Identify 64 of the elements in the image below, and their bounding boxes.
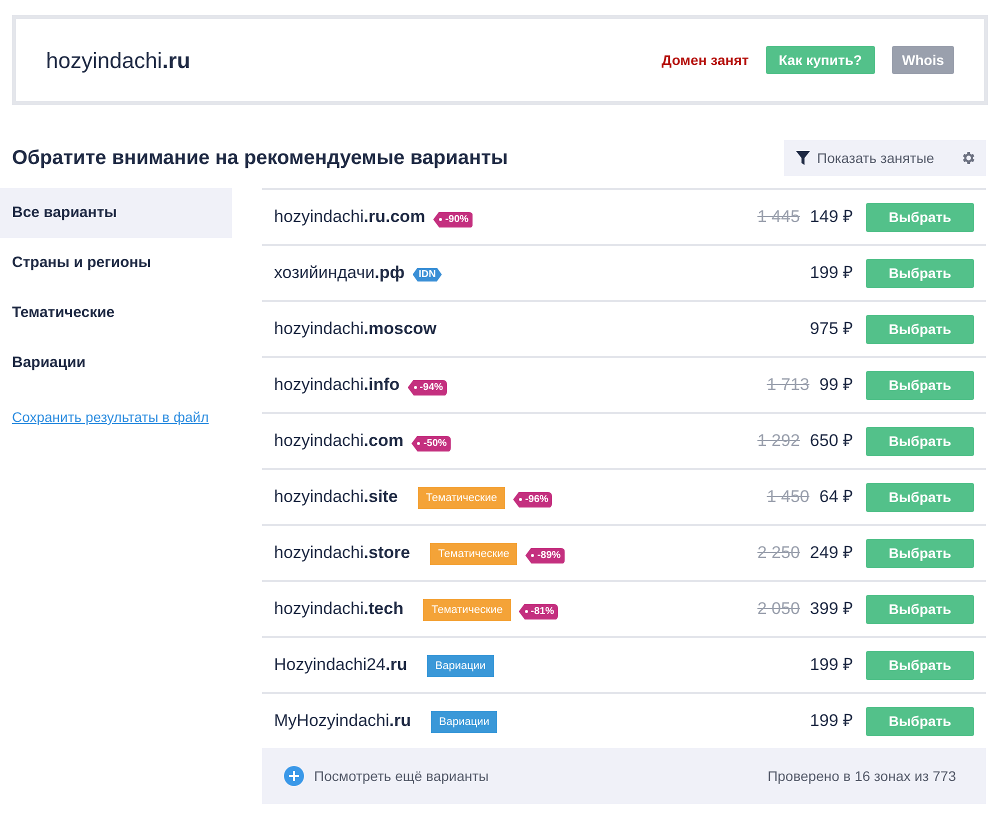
domain-name: hozyindachi.info — [274, 374, 400, 396]
select-button[interactable]: Выбрать — [866, 370, 974, 400]
price: 975 ₽ — [810, 318, 853, 340]
discount-tag: -96% — [513, 492, 552, 508]
domain-name: hozyindachi.moscow — [274, 318, 437, 340]
select-button[interactable]: Выбрать — [866, 538, 974, 568]
select-button[interactable]: Выбрать — [866, 314, 974, 344]
price: 650 ₽ — [810, 430, 853, 452]
idn-tag: IDN — [412, 268, 442, 282]
plus-icon — [284, 766, 304, 786]
price: 199 ₽ — [810, 262, 853, 284]
discount-tag: -94% — [408, 380, 448, 396]
price: 399 ₽ — [810, 598, 853, 620]
save-results-link[interactable]: Сохранить результаты в файл — [12, 407, 232, 428]
old-price: 1 713 — [766, 374, 810, 396]
sidebar-item[interactable]: Все варианты — [0, 188, 232, 238]
price: 249 ₽ — [810, 542, 853, 564]
discount-tag: -90% — [433, 212, 473, 228]
select-button[interactable]: Выбрать — [866, 482, 974, 512]
select-button[interactable]: Выбрать — [866, 650, 974, 680]
domain-name: hozyindachi.site — [274, 486, 398, 508]
section-heading: Обратите внимание на рекомендуемые варианты — [12, 146, 508, 171]
select-button[interactable]: Выбрать — [866, 258, 974, 288]
price: 199 ₽ — [810, 710, 853, 732]
price: 64 ₽ — [819, 486, 853, 508]
domain-name: hozyindachi.store — [274, 542, 410, 564]
sidebar-item[interactable]: Тематические — [0, 288, 232, 338]
domain-name: хозийиндачи.рф — [274, 262, 405, 284]
whois-button[interactable]: Whois — [892, 46, 954, 74]
show-taken-button[interactable]: Показать занятые — [796, 148, 934, 168]
old-price: 1 445 — [757, 206, 800, 228]
settings-icon[interactable] — [960, 150, 976, 166]
sidebar-item[interactable]: Страны и регионы — [0, 238, 232, 288]
status-text: Домен занят — [662, 50, 749, 70]
select-button[interactable]: Выбрать — [866, 594, 974, 624]
category-tag: Вариации — [427, 655, 494, 678]
domain-name: hozyindachi.tech — [274, 598, 404, 620]
price: 199 ₽ — [810, 654, 853, 676]
discount-tag: -50% — [411, 436, 451, 452]
select-button[interactable]: Выбрать — [866, 202, 974, 232]
domain-name: Hozyindachi24.ru — [274, 654, 408, 676]
category-tag: Вариации — [431, 711, 498, 734]
discount-tag: -89% — [525, 548, 565, 564]
checked-zones-text: Проверено в 16 зонах из 773 — [768, 766, 956, 786]
domain-name: hozyindachi.ru.com — [274, 206, 426, 228]
category-tag: Тематические — [418, 487, 506, 510]
filter-icon — [796, 151, 810, 165]
category-tag: Тематические — [430, 543, 518, 566]
domain-title: hozyindachi.ru — [46, 46, 190, 75]
discount-tag: -81% — [518, 604, 558, 620]
domain-name: hozyindachi.com — [274, 430, 404, 452]
old-price: 1 450 — [766, 486, 810, 508]
price: 149 ₽ — [810, 206, 853, 228]
select-button[interactable]: Выбрать — [866, 426, 974, 456]
select-button[interactable]: Выбрать — [866, 706, 974, 736]
sidebar-item[interactable]: Вариации — [0, 338, 232, 388]
more-variants-link[interactable]: Посмотреть ещё варианты — [314, 766, 489, 786]
old-price: 2 250 — [757, 542, 800, 564]
category-tag: Тематические — [423, 599, 511, 622]
price: 99 ₽ — [819, 374, 853, 396]
old-price: 2 050 — [757, 598, 800, 620]
old-price: 1 292 — [757, 430, 800, 452]
domain-name: MyHozyindachi.ru — [274, 710, 411, 732]
buy-button[interactable]: Как купить? — [766, 46, 875, 74]
